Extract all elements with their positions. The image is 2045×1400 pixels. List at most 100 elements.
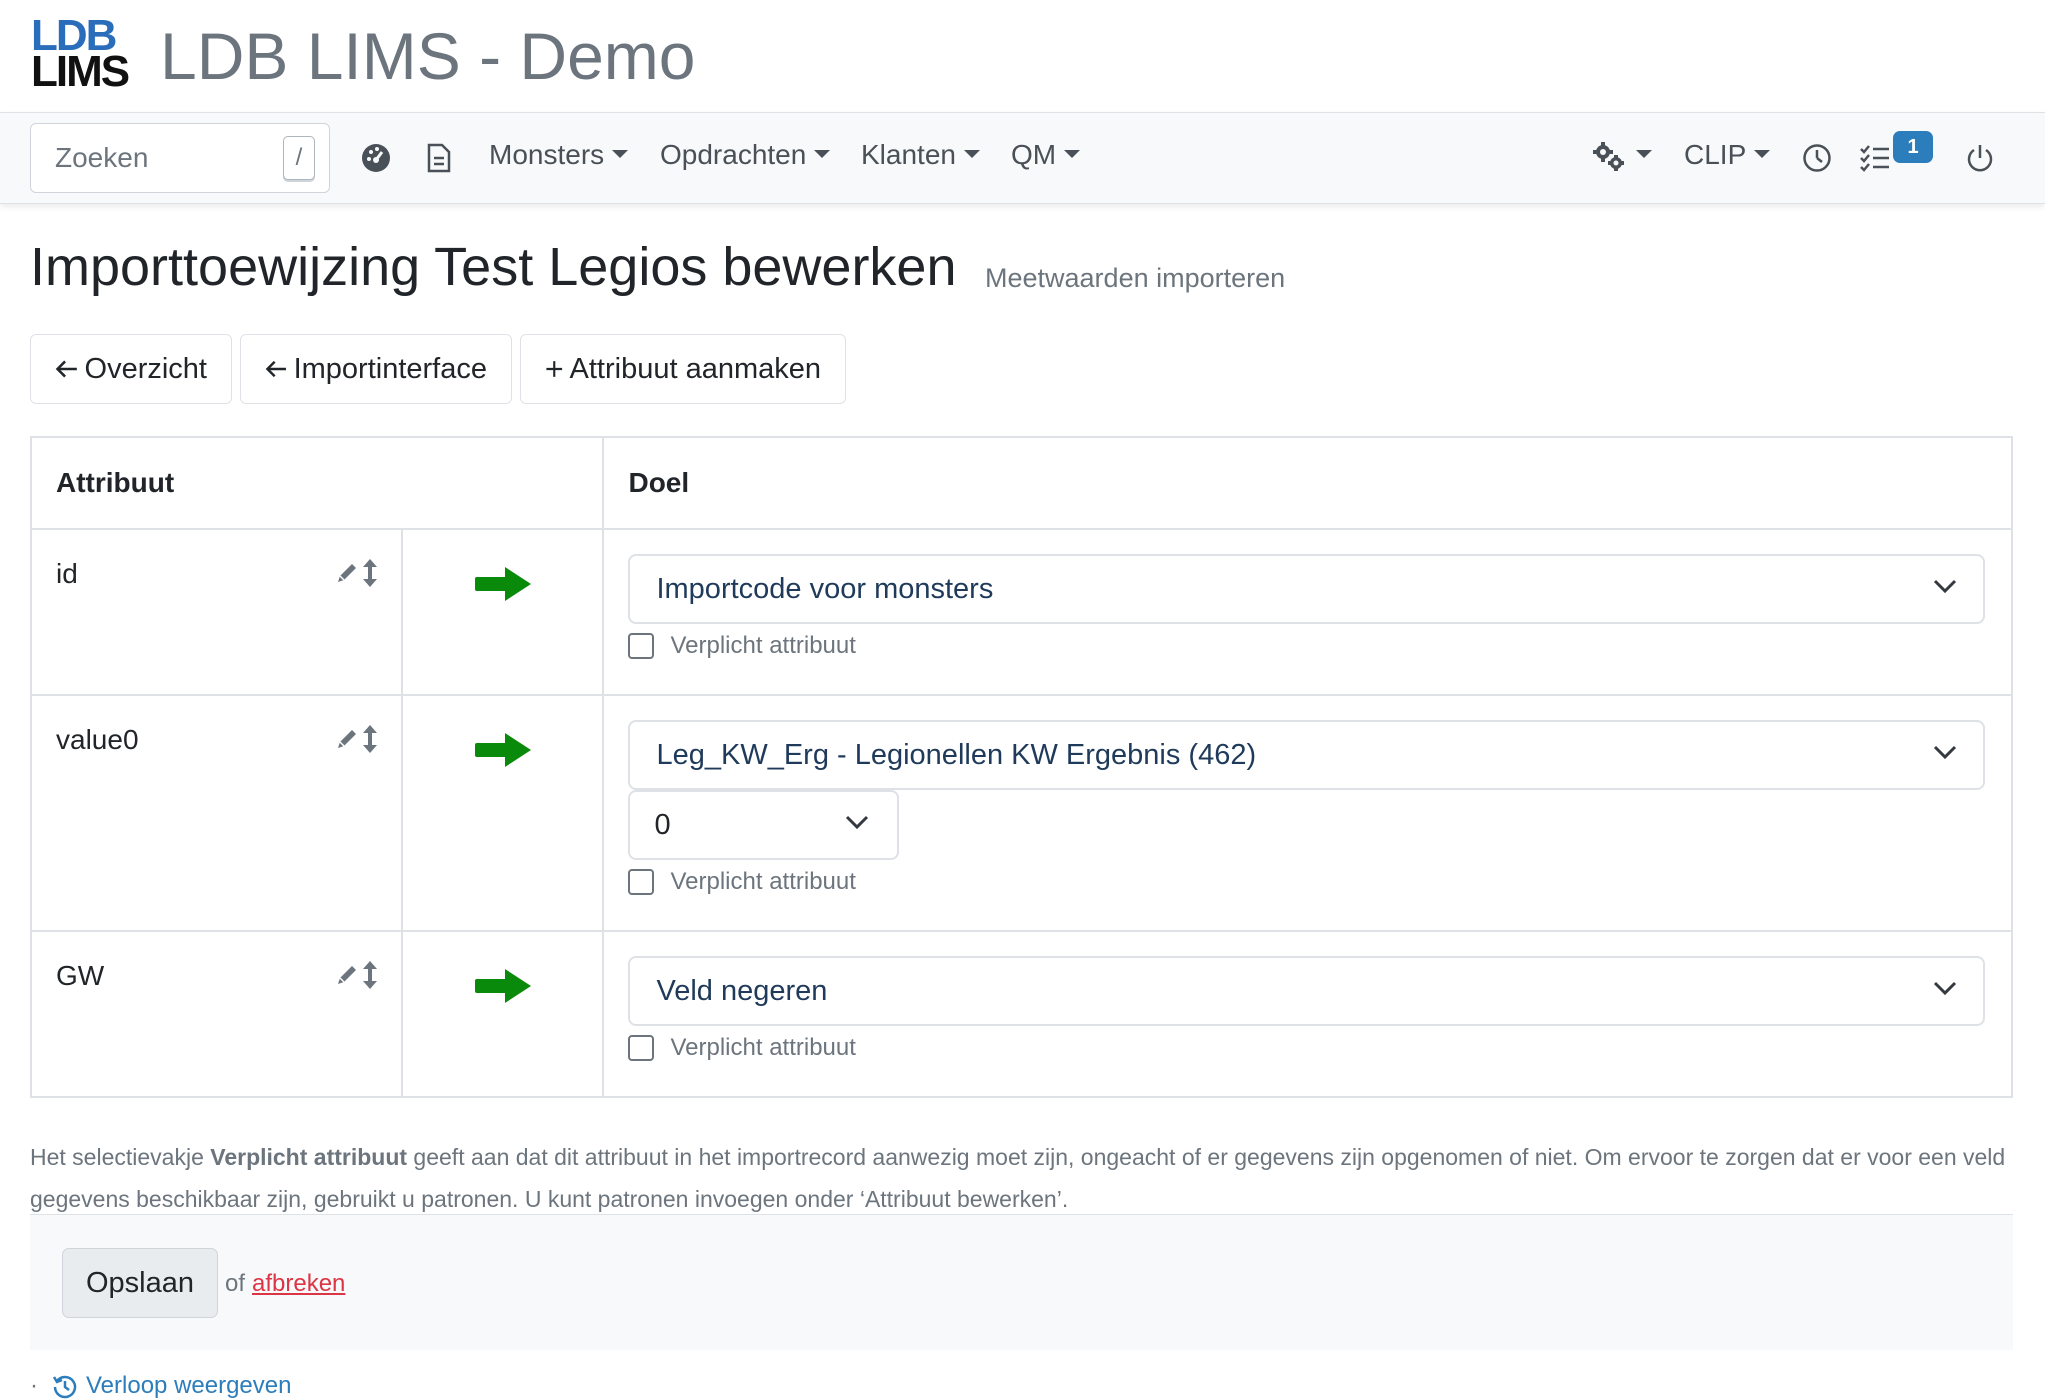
target-cell: Leg_KW_Erg - Legionellen KW Ergebnis (46…: [602, 694, 2013, 932]
ldb-lims-logo[interactable]: LDB LIMS: [31, 14, 130, 96]
help-text-bold: Verplicht attribuut: [210, 1144, 408, 1170]
nav-menu-label: Opdrachten: [660, 139, 807, 170]
value-index-select[interactable]: 0: [628, 790, 900, 860]
search-box[interactable]: /: [30, 123, 330, 193]
history-link[interactable]: · Verloop weergeven: [30, 1372, 291, 1400]
app-title: LDB LIMS - Demo: [160, 19, 696, 93]
overview-button[interactable]: Overzicht: [30, 334, 232, 404]
value-index-select-value: 0: [654, 809, 671, 841]
save-button[interactable]: Opslaan: [62, 1248, 218, 1318]
caret-down-icon: [1754, 149, 1771, 158]
attribute-name: value0: [56, 724, 139, 755]
nav-menu-label: Klanten: [861, 139, 956, 170]
required-attribute-checkbox[interactable]: [628, 1035, 655, 1061]
plus-icon: [546, 361, 563, 377]
column-header-attribute: Attribuut: [29, 436, 605, 530]
pencil-icon[interactable]: [335, 561, 359, 585]
chevron-down-icon: [846, 815, 869, 830]
settings-menu[interactable]: [1592, 139, 1652, 173]
tasks-count-badge: 1: [1893, 131, 1933, 163]
user-menu-label: CLIP: [1684, 139, 1747, 170]
green-arrow-right-icon: [474, 969, 531, 1003]
attribute-cell: value0: [30, 694, 403, 932]
green-arrow-right-icon: [474, 567, 531, 601]
required-attribute-checkbox[interactable]: [628, 633, 655, 659]
arrow-left-icon: [265, 360, 286, 378]
or-text: of: [225, 1270, 246, 1297]
target-cell: Veld negeren Verplicht attribuut: [602, 930, 2013, 1098]
power-icon[interactable]: [1963, 141, 1997, 175]
create-attribute-button[interactable]: Attribuut aanmaken: [520, 334, 846, 404]
chevron-down-icon: [1933, 981, 1957, 996]
caret-down-icon: [1636, 149, 1652, 158]
search-input[interactable]: [31, 124, 271, 192]
caret-down-icon: [963, 149, 980, 158]
target-select-value: Leg_KW_Erg - Legionellen KW Ergebnis (46…: [656, 739, 1257, 771]
target-cell: Importcode voor monsters Verplicht attri…: [602, 528, 2013, 696]
history-icon: [52, 1375, 77, 1399]
required-attribute-option: Verplicht attribuut: [628, 632, 1985, 660]
pencil-icon[interactable]: [335, 963, 359, 987]
document-icon[interactable]: [422, 141, 456, 175]
drag-handle-icon[interactable]: [361, 960, 379, 990]
column-header-target: Doel: [602, 436, 2013, 530]
target-select[interactable]: Leg_KW_Erg - Legionellen KW Ergebnis (46…: [628, 720, 1985, 790]
create-attribute-label: Attribuut aanmaken: [569, 352, 821, 385]
drag-handle-icon[interactable]: [361, 558, 379, 588]
target-select-value: Veld negeren: [656, 975, 828, 1007]
logo-text-bottom: LIMS: [31, 47, 130, 96]
tasks-icon[interactable]: [1858, 141, 1892, 175]
dashboard-icon[interactable]: [359, 141, 393, 175]
cancel-link[interactable]: afbreken: [252, 1270, 345, 1298]
gears-icon: [1593, 141, 1624, 171]
table-row: GW Veld negeren Verplicht attribuut: [30, 930, 2013, 1098]
target-select[interactable]: Importcode voor monsters: [628, 554, 1985, 624]
nav-menu-qm[interactable]: QM: [1011, 139, 1081, 171]
page-subtitle: Meetwaarden importeren: [985, 263, 1286, 293]
user-menu[interactable]: CLIP: [1684, 139, 1771, 171]
clock-icon[interactable]: [1800, 141, 1834, 175]
required-attribute-label[interactable]: Verplicht attribuut: [670, 868, 855, 896]
chevron-down-icon: [1933, 579, 1957, 594]
bullet: ·: [30, 1372, 38, 1399]
nav-menu-monsters[interactable]: Monsters: [489, 139, 629, 171]
required-attribute-checkbox[interactable]: [628, 869, 655, 895]
form-actions: Opslaan of afbreken: [30, 1214, 2013, 1350]
table-row: id Importcode voor monsters Verplicht at…: [30, 528, 2013, 696]
caret-down-icon: [612, 149, 629, 158]
help-text-prefix: Het selectievakje: [30, 1144, 211, 1170]
overview-label: Overzicht: [84, 352, 207, 385]
chevron-down-icon: [1933, 745, 1957, 760]
history-link-label: Verloop weergeven: [86, 1372, 292, 1399]
nav-menu-label: Monsters: [489, 139, 605, 170]
main-navbar: / Monsters Opdrachten Klanten QM: [0, 112, 2045, 204]
drag-handle-icon[interactable]: [361, 724, 379, 754]
required-attribute-label[interactable]: Verplicht attribuut: [670, 1034, 855, 1062]
attribute-name: GW: [56, 960, 105, 991]
import-interface-button[interactable]: Importinterface: [240, 334, 512, 404]
caret-down-icon: [1064, 149, 1081, 158]
attribute-name: id: [56, 558, 78, 589]
page-title: Importtoewijzing Test Legios bewerken: [30, 237, 957, 297]
pencil-icon[interactable]: [335, 727, 359, 751]
required-attribute-option: Verplicht attribuut: [628, 1034, 1985, 1062]
app-header: LDB LIMS LDB LIMS - Demo: [0, 0, 2045, 112]
mapping-arrow-cell: [400, 694, 605, 932]
table-row: value0 Leg_KW_Erg - Legionellen KW Ergeb…: [30, 694, 2013, 932]
search-shortcut-key: /: [283, 136, 315, 180]
nav-menu-opdrachten[interactable]: Opdrachten: [660, 139, 831, 171]
arrow-left-icon: [55, 360, 77, 378]
import-interface-label: Importinterface: [293, 352, 487, 385]
required-attribute-label[interactable]: Verplicht attribuut: [670, 632, 855, 660]
mapping-arrow-cell: [400, 528, 605, 696]
target-select[interactable]: Veld negeren: [628, 956, 1985, 1026]
mapping-arrow-cell: [400, 930, 605, 1098]
green-arrow-right-icon: [474, 733, 531, 767]
required-attribute-option: Verplicht attribuut: [628, 868, 1985, 896]
attribute-cell: GW: [30, 930, 403, 1098]
caret-down-icon: [814, 149, 831, 158]
attribute-cell: id: [30, 528, 403, 696]
nav-menu-label: QM: [1011, 139, 1057, 170]
import-mapping-table: Attribuut Doel id Importcode voor monste…: [29, 436, 2013, 1098]
nav-menu-klanten[interactable]: Klanten: [861, 139, 980, 171]
